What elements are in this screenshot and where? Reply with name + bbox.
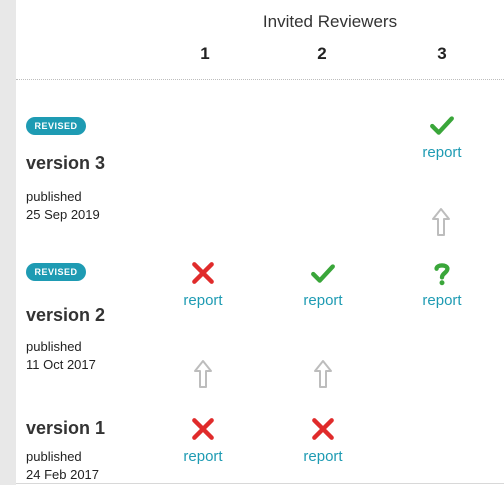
up-arrow-icon bbox=[314, 360, 332, 388]
report-link-v2-r2[interactable]: report bbox=[278, 292, 368, 309]
cross-icon bbox=[192, 262, 214, 284]
header-divider bbox=[16, 79, 504, 80]
version-2-published-date: 11 Oct 2017 bbox=[26, 357, 96, 372]
revised-badge-v2: REVISED bbox=[26, 263, 86, 281]
review-v2-r3: report bbox=[397, 260, 487, 309]
review-v2-r2: report bbox=[278, 260, 368, 309]
bottom-divider bbox=[16, 483, 504, 484]
version-2-title[interactable]: version 2 bbox=[26, 305, 105, 326]
reviewer-column-2: 2 bbox=[317, 44, 327, 63]
invited-reviewers-heading: Invited Reviewers bbox=[262, 12, 398, 31]
reviewer-column-1: 1 bbox=[200, 44, 210, 63]
version-2-published-label: published bbox=[26, 339, 82, 354]
up-arrow-icon bbox=[432, 208, 450, 236]
review-v2-r1: report bbox=[158, 260, 248, 309]
version-1-title[interactable]: version 1 bbox=[26, 418, 105, 439]
up-arrow-icon bbox=[194, 360, 212, 388]
reviewer-column-3: 3 bbox=[437, 44, 447, 63]
version-3-published-date: 25 Sep 2019 bbox=[26, 207, 100, 222]
check-icon bbox=[311, 264, 335, 283]
report-link-v2-r1[interactable]: report bbox=[158, 292, 248, 309]
left-sidebar-strip bbox=[0, 0, 16, 485]
version-3-title[interactable]: version 3 bbox=[26, 153, 105, 174]
review-v1-r2: report bbox=[278, 416, 368, 465]
question-mark-icon bbox=[434, 263, 450, 286]
cross-icon bbox=[192, 418, 214, 440]
cross-icon bbox=[312, 418, 334, 440]
check-icon bbox=[430, 116, 454, 135]
review-v3-r3: report bbox=[397, 112, 487, 161]
version-3-published-label: published bbox=[26, 189, 82, 204]
revised-badge-v3: REVISED bbox=[26, 117, 86, 135]
report-link-v3-r3[interactable]: report bbox=[397, 144, 487, 161]
review-v1-r1: report bbox=[158, 416, 248, 465]
report-link-v1-r2[interactable]: report bbox=[278, 448, 368, 465]
version-1-published-date: 24 Feb 2017 bbox=[26, 467, 100, 482]
version-1-published-label: published bbox=[26, 449, 82, 464]
report-link-v1-r1[interactable]: report bbox=[158, 448, 248, 465]
report-link-v2-r3[interactable]: report bbox=[397, 292, 487, 309]
